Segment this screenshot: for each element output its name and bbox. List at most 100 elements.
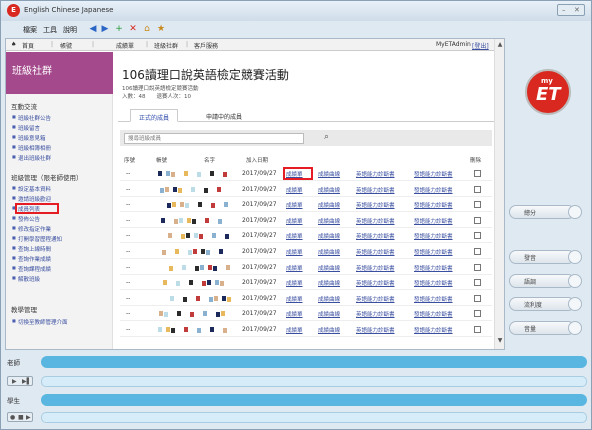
score-curve-link[interactable]: 成績曲線 — [318, 326, 340, 334]
sidebar-link[interactable]: 設定基本資料 — [12, 185, 51, 193]
stop-icon[interactable]: ✕ — [127, 23, 139, 35]
english-diagnosis-link[interactable]: 英語能力診斷書 — [356, 310, 395, 318]
tab-pending-members[interactable]: 申請中的成員 — [198, 109, 250, 122]
english-diagnosis-link[interactable]: 英語能力診斷書 — [356, 217, 395, 225]
play-icon[interactable]: ▶ — [26, 414, 31, 421]
speaking-diagnosis-link[interactable]: 發語能力診斷書 — [414, 295, 453, 303]
logout-link[interactable]: [登出] — [472, 41, 489, 50]
score-curve-link[interactable]: 成績曲線 — [318, 186, 340, 194]
transcript-link[interactable]: 成績單 — [286, 248, 303, 256]
teacher-controls[interactable]: ▶ ▶▌ — [7, 376, 33, 386]
score-curve-link[interactable]: 成績曲線 — [318, 170, 340, 178]
score-curve-link[interactable]: 成績曲線 — [318, 232, 340, 240]
close-icon[interactable]: ✕ — [574, 6, 580, 15]
play-icon[interactable]: ▶ — [12, 378, 17, 385]
record-icon[interactable]: ▶▌ — [22, 378, 31, 385]
score-curve-link[interactable]: 成績曲線 — [318, 201, 340, 209]
transcript-link[interactable]: 成績單 — [286, 201, 303, 209]
intonation-button[interactable]: 語調 — [509, 274, 582, 288]
pronunciation-button[interactable]: 發音 — [509, 250, 582, 264]
sidebar-link[interactable]: 邀請班級歡迎 — [12, 195, 51, 203]
english-diagnosis-link[interactable]: 英語能力診斷書 — [356, 295, 395, 303]
nav-home[interactable]: 首頁 — [22, 41, 34, 50]
sidebar-link[interactable]: 班級留言 — [12, 124, 40, 132]
sidebar-link[interactable]: 切換至教師管理介面 — [12, 318, 67, 326]
transcript-link[interactable]: 成績單 — [286, 217, 303, 225]
english-diagnosis-link[interactable]: 英語能力診斷書 — [356, 186, 395, 194]
forward-icon[interactable]: ▶ — [99, 23, 111, 35]
window-controls[interactable]: – ✕ — [557, 4, 585, 16]
english-diagnosis-link[interactable]: 英語能力診斷書 — [356, 170, 395, 178]
sidebar-link[interactable]: 班級社群公告 — [12, 114, 51, 122]
delete-checkbox[interactable] — [474, 185, 481, 193]
transcript-link[interactable]: 成績單 — [286, 279, 303, 287]
menu-help[interactable]: 說明 — [63, 25, 77, 35]
sidebar-link[interactable]: 發佈公告 — [12, 215, 40, 223]
delete-checkbox[interactable] — [474, 232, 481, 240]
sidebar-link[interactable]: 查詢課程成績 — [12, 265, 51, 273]
delete-checkbox[interactable] — [474, 201, 481, 209]
favorites-icon[interactable]: ★ — [155, 23, 167, 35]
delete-checkbox[interactable] — [474, 263, 481, 271]
speaking-diagnosis-link[interactable]: 發語能力診斷書 — [414, 310, 453, 318]
sidebar-link[interactable]: 班級相簿相冊 — [12, 144, 51, 152]
home-nav-icon[interactable]: ♠ — [11, 41, 16, 48]
delete-checkbox[interactable] — [474, 294, 481, 302]
menu-tools[interactable]: 工具 — [43, 25, 57, 35]
nav-class-community[interactable]: 班級社群 — [154, 41, 178, 50]
transcript-link[interactable]: 成績單 — [286, 232, 303, 240]
speaking-diagnosis-link[interactable]: 發語能力診斷書 — [414, 170, 453, 178]
english-diagnosis-link[interactable]: 英語能力診斷書 — [356, 279, 395, 287]
nav-transcript[interactable]: 成績單 — [116, 41, 134, 50]
delete-checkbox[interactable] — [474, 170, 481, 177]
home-icon[interactable]: ⌂ — [141, 23, 153, 35]
delete-checkbox[interactable] — [474, 326, 481, 333]
transcript-link[interactable]: 成績單 — [286, 310, 303, 318]
search-icon[interactable]: ⌕ — [324, 132, 329, 142]
speaking-diagnosis-link[interactable]: 發語能力診斷書 — [414, 264, 453, 272]
nav-account[interactable]: 帳號 — [60, 41, 72, 50]
nav-customer-service[interactable]: 客戶服務 — [194, 41, 218, 50]
stop-square-icon[interactable]: ■ — [18, 414, 24, 421]
search-input[interactable] — [124, 133, 304, 144]
menu-file[interactable]: 檔案 — [23, 25, 37, 35]
english-diagnosis-link[interactable]: 英語能力診斷書 — [356, 264, 395, 272]
speaking-diagnosis-link[interactable]: 發語能力診斷書 — [414, 326, 453, 334]
plus-icon[interactable]: + — [113, 23, 125, 35]
delete-checkbox[interactable] — [474, 310, 481, 318]
sidebar-link[interactable]: 查詢作業成績 — [12, 255, 51, 263]
volume-button[interactable]: 音量 — [509, 321, 582, 335]
transcript-link[interactable]: 成績單 — [286, 326, 303, 334]
speaking-diagnosis-link[interactable]: 發語能力診斷書 — [414, 232, 453, 240]
english-diagnosis-link[interactable]: 英語能力診斷書 — [356, 248, 395, 256]
sidebar-link[interactable]: 退出班級社群 — [12, 154, 51, 162]
transcript-link[interactable]: 成績單 — [286, 186, 303, 194]
transcript-link[interactable]: 成績單 — [286, 264, 303, 272]
delete-checkbox[interactable] — [474, 216, 481, 224]
record-dot-icon[interactable]: ● — [10, 414, 15, 421]
speaking-diagnosis-link[interactable]: 發語能力診斷書 — [414, 248, 453, 256]
fluency-button[interactable]: 流利度 — [509, 297, 582, 311]
score-curve-link[interactable]: 成績曲線 — [318, 217, 340, 225]
score-curve-link[interactable]: 成績曲線 — [318, 295, 340, 303]
delete-checkbox[interactable] — [474, 248, 481, 255]
sidebar-link[interactable]: 修改指定作業 — [12, 225, 51, 233]
sidebar-link[interactable]: 打開學習歷程通知 — [12, 235, 62, 243]
scroll-down-icon[interactable]: ▼ — [496, 337, 504, 345]
english-diagnosis-link[interactable]: 英語能力診斷書 — [356, 232, 395, 240]
sidebar-link[interactable]: 班級意見箱 — [12, 134, 45, 142]
score-curve-link[interactable]: 成績曲線 — [318, 310, 340, 318]
delete-checkbox[interactable] — [474, 279, 481, 287]
score-curve-link[interactable]: 成績曲線 — [318, 279, 340, 287]
tab-official-members[interactable]: 正式的成員 — [130, 109, 179, 122]
speaking-diagnosis-link[interactable]: 發語能力診斷書 — [414, 201, 453, 209]
english-diagnosis-link[interactable]: 英語能力診斷書 — [356, 326, 395, 334]
score-curve-link[interactable]: 成績曲線 — [318, 248, 340, 256]
score-total-button[interactable]: 總分 — [509, 205, 582, 219]
speaking-diagnosis-link[interactable]: 發語能力診斷書 — [414, 186, 453, 194]
sidebar-link[interactable]: 解散班級 — [12, 275, 40, 283]
student-controls[interactable]: ● ■ ▶ — [7, 412, 33, 422]
speaking-diagnosis-link[interactable]: 發語能力診斷書 — [414, 217, 453, 225]
transcript-link[interactable]: 成績單 — [286, 295, 303, 303]
sidebar-link[interactable]: 查詢上線時間 — [12, 245, 51, 253]
